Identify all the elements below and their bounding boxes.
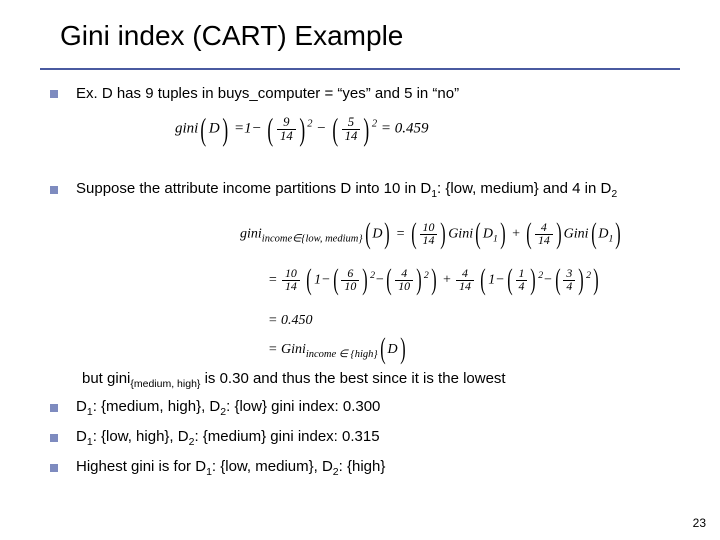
bullet-4-text: D1: {low, high}, D2: {medium} gini index… [76,428,685,448]
bullet-3-text: D1: {medium, high}, D2: {low} gini index… [76,398,685,418]
slide: Gini index (CART) Example Ex. D has 9 tu… [0,0,720,540]
bullet-5-text: Highest gini is for D1: {low, medium}, D… [76,458,685,478]
bullet-icon [50,186,58,194]
but-gini-line: but gini{medium, high} is 0.30 and thus … [82,370,692,390]
bullet-icon [50,464,58,472]
equation-gini-D: gini(D) =1− (914)2 − (514)2 = 0.459 [175,116,428,143]
equation-gini-income: giniincome∈{low, medium}(D) = (1014)Gini… [240,222,623,247]
lower-bullets: D1: {medium, high}, D2: {low} gini index… [50,398,685,488]
title-underline [40,68,680,70]
bullet-4: D1: {low, high}, D2: {medium} gini index… [50,428,685,448]
bullet-icon [50,434,58,442]
slide-title: Gini index (CART) Example [60,20,403,52]
bullet-icon [50,404,58,412]
bullet-1-text: Ex. D has 9 tuples in buys_computer = “y… [76,84,685,104]
page-number: 23 [693,516,706,530]
bullet-2-text: Suppose the attribute income partitions … [76,180,685,200]
equation-result: = 0.450 [268,314,312,329]
content-area: Ex. D has 9 tuples in buys_computer = “y… [50,84,685,114]
bullet-2: Suppose the attribute income partitions … [50,180,685,210]
equation-gini-income-high: = Giniincome ∈ {high}(D) [268,338,407,362]
bullet-1: Ex. D has 9 tuples in buys_computer = “y… [50,84,685,104]
bullet-5: Highest gini is for D1: {low, medium}, D… [50,458,685,478]
equation-expansion: = 1014 (1−(610)2−(410)2) + 414 (1−(14)2−… [268,268,601,293]
bullet-3: D1: {medium, high}, D2: {low} gini index… [50,398,685,418]
bullet-icon [50,90,58,98]
